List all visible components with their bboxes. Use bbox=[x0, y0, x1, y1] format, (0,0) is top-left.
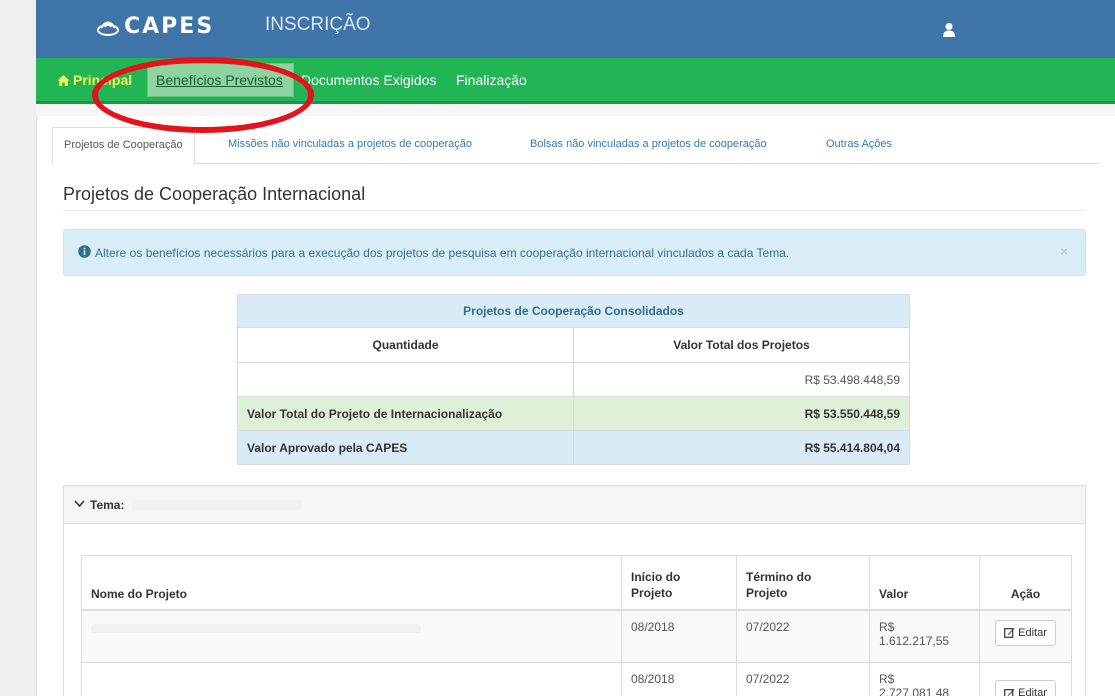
edit-icon bbox=[1004, 628, 1015, 638]
title-divider bbox=[63, 210, 1086, 211]
quantidade-value bbox=[237, 362, 574, 397]
project-valor: R$ 2.727.081,48 bbox=[869, 662, 980, 696]
column-valor: Valor bbox=[869, 555, 980, 611]
main-panel: Projetos de Cooperação Missões não vincu… bbox=[36, 116, 1115, 696]
project-acao: Editar bbox=[979, 662, 1072, 696]
tema-header[interactable]: Tema: bbox=[64, 486, 1085, 524]
column-termino: Término do Projeto bbox=[736, 555, 870, 611]
alert-text: Altere os benefícios necessários para a … bbox=[95, 246, 790, 260]
column-acao: Ação bbox=[979, 555, 1072, 611]
column-valor-total: Valor Total dos Projetos bbox=[573, 327, 910, 363]
project-name-redacted bbox=[81, 662, 622, 696]
valor-total-value: R$ 53.498.448,59 bbox=[573, 362, 910, 397]
consolidated-table: Projetos de Cooperação Consolidados Quan… bbox=[237, 294, 910, 465]
tab-projetos-cooperacao[interactable]: Projetos de Cooperação bbox=[52, 127, 195, 165]
edit-icon bbox=[1004, 688, 1015, 696]
consolidated-title: Projetos de Cooperação Consolidados bbox=[237, 294, 910, 328]
tema-name-redacted bbox=[132, 500, 302, 510]
info-icon bbox=[78, 245, 91, 258]
page-title: Projetos de Cooperação Internacional bbox=[63, 184, 366, 204]
left-margin bbox=[0, 0, 36, 696]
internacionalizacao-value: R$ 53.550.448,59 bbox=[573, 396, 910, 431]
table-row: 08/2018 07/2022 R$ 1.612.217,55 Editar bbox=[81, 609, 1072, 663]
capes-logo[interactable]: CAPES bbox=[96, 14, 214, 39]
chevron-down-icon bbox=[74, 500, 85, 508]
column-inicio: Início do Projeto bbox=[621, 555, 737, 611]
edit-button-label: Editar bbox=[1018, 626, 1047, 639]
logo-text: CAPES bbox=[124, 14, 215, 39]
tema-label: Tema: bbox=[90, 498, 125, 512]
tab-bolsas[interactable]: Bolsas não vinculadas a projetos de coop… bbox=[530, 127, 767, 164]
column-nome-projeto: Nome do Projeto bbox=[81, 555, 622, 611]
project-termino: 07/2022 bbox=[736, 662, 870, 696]
edit-button[interactable]: Editar bbox=[995, 619, 1056, 646]
column-inicio-label: Início do Projeto bbox=[631, 569, 681, 600]
aprovado-capes-value: R$ 55.414.804,04 bbox=[573, 430, 910, 465]
app-title: INSCRIÇÃO bbox=[265, 14, 371, 35]
project-name-redacted bbox=[81, 609, 622, 663]
table-row: 08/2018 07/2022 R$ 2.727.081,48 Editar bbox=[81, 662, 1072, 696]
project-termino: 07/2022 bbox=[736, 609, 870, 663]
tab-outras-acoes[interactable]: Outras Ações bbox=[826, 127, 892, 164]
projects-table: Nome do Projeto Início do Projeto Términ… bbox=[81, 555, 1072, 696]
nav-beneficios-previstos[interactable]: Benefícios Previstos bbox=[147, 63, 294, 97]
home-icon bbox=[57, 74, 70, 86]
nav-finalizacao[interactable]: Finalização bbox=[456, 72, 527, 88]
project-inicio: 08/2018 bbox=[621, 662, 737, 696]
edit-button[interactable]: Editar bbox=[995, 680, 1056, 696]
user-icon[interactable] bbox=[942, 22, 956, 38]
project-acao: Editar bbox=[979, 609, 1072, 663]
nav-principal[interactable]: Principal bbox=[57, 72, 132, 88]
valor-amount: 2.727.081,48 bbox=[879, 686, 950, 696]
info-alert: Altere os benefícios necessários para a … bbox=[63, 229, 1086, 276]
project-valor: R$ 1.612.217,55 bbox=[869, 609, 980, 663]
tema-panel: Tema: Nome do Projeto Início do Projeto … bbox=[63, 485, 1086, 696]
close-icon[interactable]: × bbox=[1060, 243, 1068, 259]
internacionalizacao-label: Valor Total do Projeto de Internacionali… bbox=[237, 396, 574, 431]
nav-principal-label: Principal bbox=[73, 72, 133, 88]
project-inicio: 08/2018 bbox=[621, 609, 737, 663]
redacted-text bbox=[91, 623, 421, 633]
tab-missoes[interactable]: Missões não vinculadas a projetos de coo… bbox=[228, 127, 472, 164]
tab-bar: Projetos de Cooperação Missões não vincu… bbox=[52, 127, 1100, 165]
valor-currency: R$ bbox=[879, 672, 895, 686]
edit-button-label: Editar bbox=[1018, 687, 1047, 696]
valor-currency: R$ bbox=[879, 619, 895, 634]
valor-amount: 1.612.217,55 bbox=[879, 633, 950, 648]
aprovado-capes-label: Valor Aprovado pela CAPES bbox=[237, 430, 574, 465]
nav-documentos-exigidos[interactable]: Documentos Exigidos bbox=[301, 72, 436, 88]
top-header: CAPES INSCRIÇÃO ▾ bbox=[36, 0, 1115, 58]
capes-logo-icon bbox=[97, 21, 119, 36]
column-quantidade: Quantidade bbox=[237, 327, 574, 363]
column-termino-label: Término do Projeto bbox=[746, 569, 812, 600]
main-nav: Principal Benefícios Previstos Documento… bbox=[36, 58, 1115, 104]
nav-beneficios-label: Benefícios Previstos bbox=[156, 72, 283, 88]
